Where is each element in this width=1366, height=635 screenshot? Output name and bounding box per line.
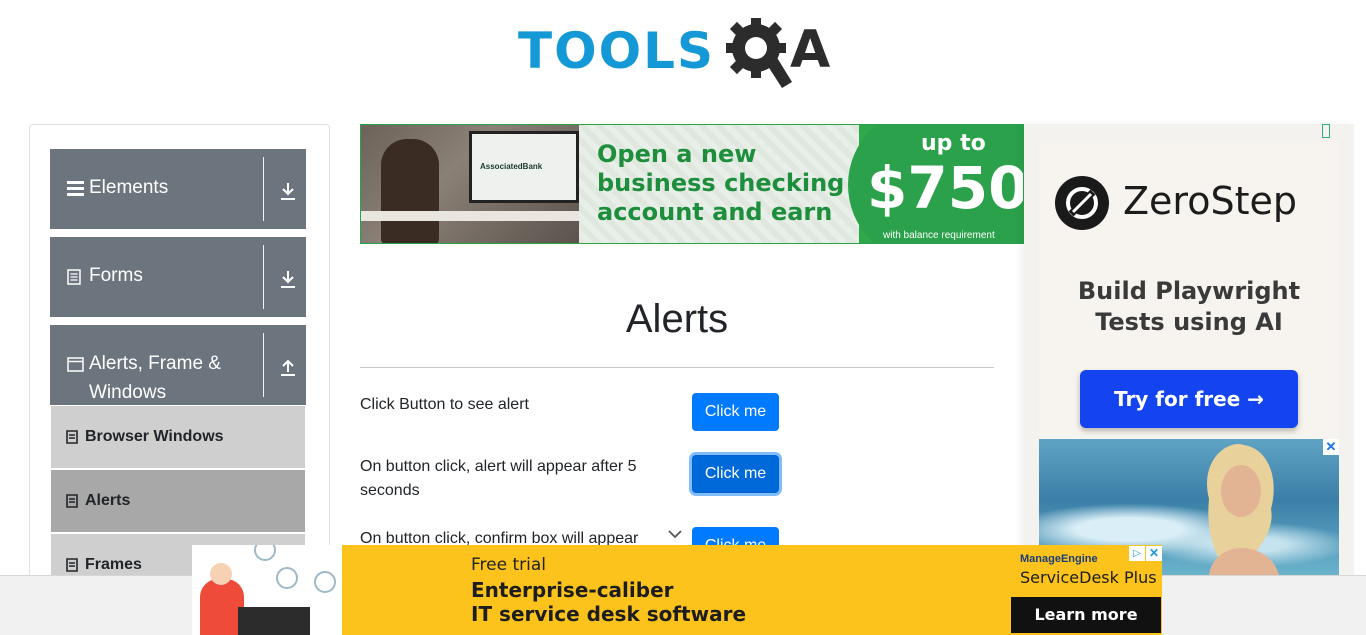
- sidebar-group-label-line2: Windows: [89, 382, 167, 403]
- illustration-laptop: [238, 607, 310, 635]
- alert-button[interactable]: Click me: [692, 393, 779, 431]
- ad-headline-line1: Enterprise-caliber: [471, 578, 674, 602]
- ad-headline-line2: IT service desk software: [471, 602, 747, 626]
- ad-monitor-image: AssociatedBank: [469, 131, 579, 203]
- list-icon: [66, 494, 78, 508]
- logo-tools-text: TOOLS: [518, 22, 715, 80]
- sidebar-item-alerts[interactable]: Alerts: [51, 469, 305, 532]
- ad-close-button[interactable]: ✕: [1146, 546, 1162, 561]
- page-title: Alerts: [625, 297, 729, 341]
- logo-a-text: A: [790, 20, 831, 80]
- ad-amount-text: $750: [867, 154, 1024, 222]
- sidebar-group-forms[interactable]: Forms: [50, 237, 306, 317]
- zerostep-ad-card[interactable]: ZeroStep Build Playwright Tests using AI…: [1039, 140, 1339, 440]
- sidebar-group-alerts-frame-windows[interactable]: Alerts, Frame & Windows: [50, 325, 306, 405]
- adchoices-icon[interactable]: ▷: [1129, 546, 1145, 561]
- chevron-down-icon[interactable]: [668, 529, 682, 539]
- timer-alert-row-label: On button click, alert will appear after…: [360, 458, 637, 499]
- divider: [263, 333, 264, 397]
- zerostep-mark-icon: [1066, 187, 1098, 219]
- page: TOOLS A Elements Forms Alerts, Frame & W…: [0, 0, 1366, 635]
- document-icon: [67, 269, 81, 285]
- ad-small-text: Free trial: [471, 555, 546, 575]
- ad-headline: Open a new business checking account and…: [597, 140, 845, 226]
- sidebar-item-label: Browser Windows: [85, 428, 224, 445]
- ad-close-button[interactable]: ✕: [1323, 439, 1339, 455]
- right-side-ad[interactable]: ZeroStep Build Playwright Tests using AI…: [1024, 124, 1354, 575]
- sidebar-item-label: Frames: [85, 556, 142, 573]
- illustration-node-icon: [276, 567, 298, 589]
- try-for-free-button[interactable]: Try for free →: [1080, 370, 1298, 428]
- sidebar-item-label: Alerts: [85, 492, 131, 509]
- bottom-banner-ad[interactable]: Free trial Enterprise-caliber IT service…: [192, 545, 1162, 635]
- illustration-node-icon: [314, 571, 336, 593]
- hamburger-icon: [67, 181, 84, 196]
- ad-vendor: ManageEngine: [1020, 553, 1098, 565]
- timer-alert-button[interactable]: Click me: [692, 455, 779, 493]
- upload-arrow-icon[interactable]: [278, 357, 298, 377]
- sidebar-group-label: Elements: [89, 177, 169, 198]
- ad-bank-name: AssociatedBank: [480, 162, 543, 171]
- illustration-node-icon: [254, 545, 276, 561]
- illustration-head: [210, 563, 232, 585]
- ad-woman-image: [1207, 443, 1279, 575]
- zerostep-brand: ZeroStep: [1123, 179, 1297, 223]
- window-icon: [67, 357, 84, 372]
- ad-person-image: [381, 139, 439, 243]
- toolsqa-logo[interactable]: TOOLS A: [518, 14, 840, 92]
- ad-headline: Enterprise-caliber IT service desk softw…: [471, 578, 746, 626]
- alert-row-label: Click Button to see alert: [360, 396, 529, 413]
- ad-product: ServiceDesk Plus: [1020, 568, 1157, 587]
- sidebar-item-browser-windows[interactable]: Browser Windows: [51, 405, 305, 468]
- gear-q-icon: [726, 18, 792, 88]
- top-banner-ad[interactable]: AssociatedBank Open a new business check…: [360, 124, 1024, 244]
- title-divider: [360, 367, 994, 368]
- ad-desk-image: [361, 211, 579, 221]
- divider: [263, 245, 264, 309]
- ad-fine-print: with balance requirement: [883, 230, 995, 241]
- ad-upto-text: up to: [921, 131, 986, 156]
- zerostep-tagline: Build Playwright Tests using AI: [1077, 277, 1301, 336]
- list-icon: [66, 558, 78, 572]
- list-icon: [66, 430, 78, 444]
- ad-illustration: [192, 545, 342, 635]
- download-arrow-icon[interactable]: [278, 181, 298, 201]
- ad-marker: [1322, 124, 1330, 138]
- sidebar-group-elements[interactable]: Elements: [50, 149, 306, 229]
- sidebar-group-label: Alerts, Frame &: [89, 353, 221, 374]
- download-arrow-icon[interactable]: [278, 269, 298, 289]
- zerostep-logo-icon: [1055, 176, 1109, 230]
- divider: [263, 157, 264, 221]
- sidebar-group-label: Forms: [89, 265, 143, 286]
- learn-more-button[interactable]: Learn more: [1011, 597, 1161, 633]
